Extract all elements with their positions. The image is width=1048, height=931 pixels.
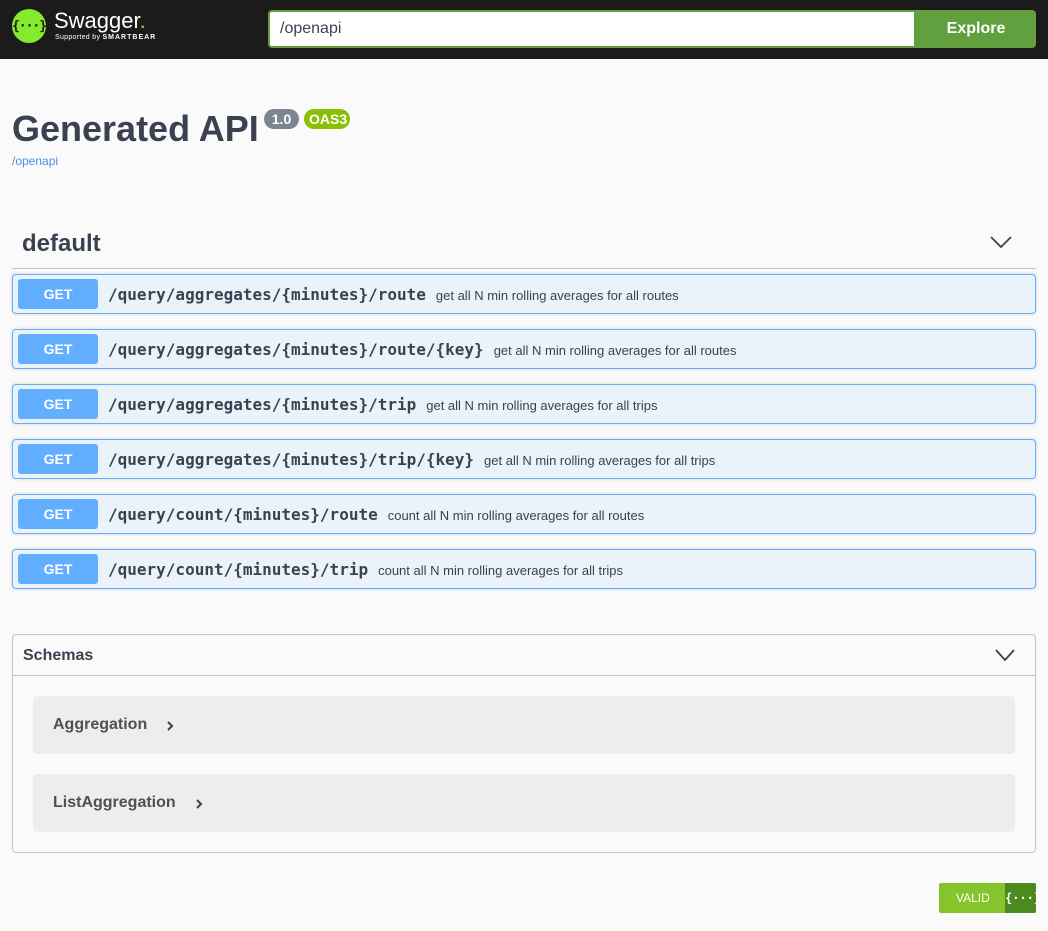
spec-url-link[interactable]: /openapi bbox=[12, 154, 58, 168]
operation-path: /query/count/{minutes}/route count all N … bbox=[108, 505, 644, 524]
version-badge: 1.0 bbox=[264, 109, 299, 129]
operation-summary: get all N min rolling averages for all r… bbox=[493, 343, 737, 358]
operation-summary: count all N min rolling averages for all… bbox=[378, 563, 624, 578]
method-badge: GET bbox=[18, 554, 98, 584]
path-text: /query/aggregates/{minutes}/route/{key} bbox=[108, 340, 484, 359]
section-title: default bbox=[22, 230, 101, 257]
operation-row[interactable]: GET/query/count/{minutes}/trip count all … bbox=[12, 549, 1036, 589]
method-badge: GET bbox=[18, 499, 98, 529]
path-text: /query/aggregates/{minutes}/trip bbox=[108, 395, 417, 414]
operation-path: /query/aggregates/{minutes}/trip/{key} ge… bbox=[108, 450, 715, 469]
operation-row[interactable]: GET/query/aggregates/{minutes}/route/{ke… bbox=[12, 329, 1036, 369]
explore-button[interactable]: Explore bbox=[916, 10, 1036, 48]
model-name: ListAggregation bbox=[53, 794, 176, 811]
logo-title: Swagger. bbox=[54, 8, 146, 33]
logo-text: Swagger. Supported by SMARTBEAR bbox=[54, 8, 157, 42]
swagger-icon: {···} bbox=[1005, 883, 1036, 913]
operation-path: /query/aggregates/{minutes}/route/{key} g… bbox=[108, 340, 736, 359]
operation-summary: get all N min rolling averages for all t… bbox=[484, 453, 716, 468]
chevron-right-icon[interactable] bbox=[166, 720, 174, 732]
validator-badge[interactable]: VALID {···} bbox=[939, 883, 1036, 913]
schema-model-listaggregation[interactable]: ListAggregation bbox=[33, 774, 1015, 832]
operation-path: /query/count/{minutes}/trip count all N m… bbox=[108, 560, 623, 579]
spec-url-input[interactable] bbox=[268, 10, 916, 48]
operation-row[interactable]: GET/query/aggregates/{minutes}/trip/{key… bbox=[12, 439, 1036, 479]
operation-row[interactable]: GET/query/count/{minutes}/route count all… bbox=[12, 494, 1036, 534]
schemas-title: Schemas bbox=[23, 647, 94, 664]
schemas-header[interactable]: Schemas bbox=[13, 635, 1035, 676]
method-badge: GET bbox=[18, 389, 98, 419]
operation-summary: count all N min rolling averages for all… bbox=[387, 508, 645, 523]
topbar: {···} Swagger. Supported by SMARTBEAR Ex… bbox=[0, 0, 1048, 59]
operation-summary: get all N min rolling averages for all r… bbox=[435, 288, 679, 303]
swagger-logo[interactable]: {···} Swagger. Supported by SMARTBEAR bbox=[12, 9, 156, 43]
swagger-logo-icon: {···} bbox=[12, 9, 47, 43]
schemas-section: Schemas Aggregation ListAggregation bbox=[12, 634, 1036, 853]
operation-row[interactable]: GET/query/aggregates/{minutes}/trip get a… bbox=[12, 384, 1036, 424]
path-text: /query/aggregates/{minutes}/trip/{key} bbox=[108, 450, 475, 469]
api-title: Generated API bbox=[12, 108, 259, 149]
method-badge: GET bbox=[18, 444, 98, 474]
operation-row[interactable]: GET/query/aggregates/{minutes}/route get … bbox=[12, 274, 1036, 314]
chevron-down-icon[interactable] bbox=[995, 649, 1015, 661]
tag-section-default[interactable]: default bbox=[12, 219, 1036, 269]
path-text: /query/count/{minutes}/route bbox=[108, 505, 378, 524]
chevron-down-icon[interactable] bbox=[990, 235, 1012, 249]
path-text: /query/count/{minutes}/trip bbox=[108, 560, 369, 579]
operation-summary: get all N min rolling averages for all t… bbox=[426, 398, 658, 413]
operation-path: /query/aggregates/{minutes}/trip get all … bbox=[108, 395, 657, 414]
schema-model-aggregation[interactable]: Aggregation bbox=[33, 696, 1015, 754]
method-badge: GET bbox=[18, 279, 98, 309]
operation-path: /query/aggregates/{minutes}/route get all… bbox=[108, 285, 679, 304]
method-badge: GET bbox=[18, 334, 98, 364]
model-name: Aggregation bbox=[53, 716, 148, 733]
path-text: /query/aggregates/{minutes}/route bbox=[108, 285, 426, 304]
oas-badge: OAS3 bbox=[304, 109, 350, 129]
chevron-right-icon[interactable] bbox=[195, 798, 203, 810]
logo-subtitle: Supported by SMARTBEAR bbox=[55, 34, 157, 41]
validator-label: VALID bbox=[956, 891, 990, 905]
